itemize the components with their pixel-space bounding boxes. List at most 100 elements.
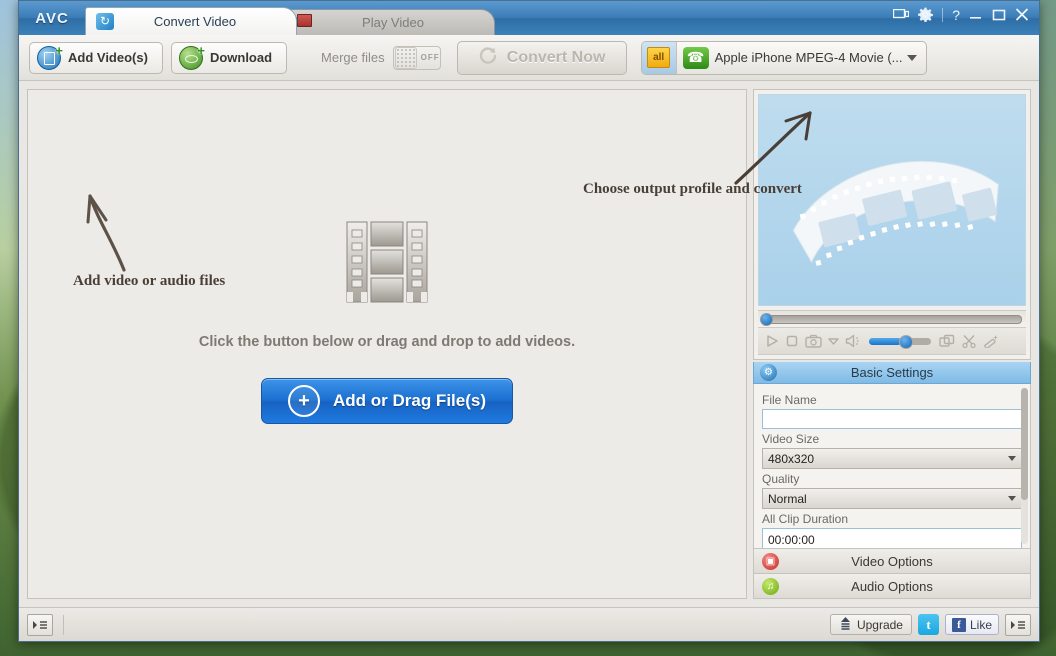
duration-box: 00:00:00 Start Time : 00 : 00 : 00 (762, 528, 1022, 548)
merge-files-toggle[interactable]: OFF (392, 45, 441, 70)
add-video-icon: + (37, 44, 63, 70)
quality-label: Quality (762, 472, 800, 486)
convert-now-label: Convert Now (506, 48, 606, 66)
output-profile-selector[interactable]: all ☎ Apple iPhone MPEG-4 Movie (... (640, 40, 928, 75)
app-logo: AVC (35, 9, 69, 27)
video-size-label: Video Size (762, 432, 820, 446)
main-toolbar: + Add Video(s) + Download Merge files OF… (19, 35, 1039, 81)
video-options-row[interactable]: ▣ Video Options (753, 549, 1031, 574)
seek-handle[interactable] (760, 312, 773, 326)
annotation-choose-profile: Choose output profile and convert (583, 181, 802, 197)
video-size-select[interactable]: 480x320 (762, 448, 1022, 469)
all-icon: all (647, 47, 671, 68)
scrollbar-thumb[interactable] (1021, 388, 1028, 501)
right-panel-toggle-icon[interactable] (1005, 613, 1031, 636)
magic-wand-effects-icon[interactable] (983, 334, 999, 348)
audio-options-row[interactable]: ♫ Audio Options (753, 574, 1031, 599)
play-icon[interactable] (765, 334, 779, 348)
output-profile-label: Apple iPhone MPEG-4 Movie (... (714, 50, 903, 65)
add-or-drag-files-button[interactable]: + Add or Drag File(s) (260, 378, 513, 424)
add-videos-button[interactable]: + Add Video(s) (29, 41, 163, 74)
quality-select[interactable]: Normal (762, 488, 1022, 509)
stop-icon[interactable] (785, 334, 799, 348)
snapshot-dropdown-icon[interactable] (828, 337, 839, 345)
upgrade-arrow-icon (839, 616, 852, 633)
film-reel-graphic (792, 160, 999, 266)
file-name-label: File Name (762, 393, 817, 407)
video-size-value: 480x320 (768, 451, 815, 466)
download-label: Download (209, 50, 273, 65)
help-icon[interactable]: ? (952, 8, 960, 22)
all-clip-duration-label: All Clip Duration (762, 512, 849, 526)
volume-fill (869, 337, 902, 345)
app-window: AVC ↻ Convert Video Play Video ? + Add V… (18, 0, 1040, 642)
dropzone-content: Click the button below or drag and drop … (28, 218, 746, 424)
chevron-down-icon (1008, 496, 1016, 501)
toggle-knob (394, 46, 417, 69)
all-profiles-button[interactable]: all (641, 41, 677, 74)
close-icon[interactable] (1015, 8, 1029, 21)
title-bar: AVC ↻ Convert Video Play Video ? (19, 1, 1039, 35)
seek-track (762, 314, 1022, 324)
minimize-icon[interactable] (969, 9, 983, 21)
window-controls: ? (893, 7, 1029, 22)
clip-duration-value[interactable]: 00:00:00 (763, 529, 1021, 548)
gear-icon[interactable] (918, 7, 934, 22)
file-name-input[interactable] (762, 409, 1022, 429)
film-icon: ▣ (762, 552, 779, 570)
speaker-icon: ♫ (762, 577, 779, 595)
film-strip-icon (343, 218, 431, 306)
duplicate-window-icon[interactable] (939, 334, 955, 348)
right-panel: ⚙ Basic Settings File Name Video Size 48… (753, 89, 1031, 599)
camcorder-icon (294, 14, 314, 32)
facebook-like-label: Like (969, 617, 992, 632)
player-controls (758, 327, 1026, 355)
snapshot-camera-icon[interactable] (805, 334, 822, 348)
download-button[interactable]: + Download (170, 41, 288, 74)
volume-speaker-icon[interactable] (845, 334, 861, 348)
merge-files-label: Merge files (321, 50, 385, 65)
merge-files-state: OFF (420, 53, 440, 62)
audio-options-label: Audio Options (851, 578, 933, 594)
basic-settings-title: Basic Settings (850, 365, 934, 380)
status-bar: Upgrade t f Like (19, 607, 1039, 641)
file-dropzone[interactable]: Add video or audio files Unfold file man… (27, 89, 747, 599)
volume-handle[interactable] (898, 334, 913, 349)
iphone-icon: ☎ (682, 46, 709, 69)
basic-settings-body: File Name Video Size 480x320 Quality Nor… (753, 384, 1031, 549)
screen-icon[interactable] (893, 8, 910, 21)
tab-play-video[interactable]: Play Video (283, 9, 495, 35)
twitter-label: t (926, 616, 931, 632)
chevron-down-icon (1008, 456, 1016, 461)
facebook-icon: f (951, 617, 966, 632)
status-separator (63, 614, 64, 635)
tab-play-video-label: Play Video (362, 15, 424, 30)
left-panel-toggle-icon[interactable] (27, 613, 53, 636)
refresh-icon: ↻ (96, 12, 116, 31)
wrench-icon: ⚙ (760, 364, 777, 381)
add-videos-label: Add Video(s) (68, 50, 148, 65)
dropzone-hint: Click the button below or drag and drop … (198, 334, 576, 350)
convert-now-button[interactable]: Convert Now (456, 40, 627, 75)
preview-container (753, 89, 1031, 360)
convert-refresh-icon (478, 45, 498, 70)
settings-scrollbar[interactable] (1021, 388, 1028, 544)
plus-icon: + (287, 385, 320, 417)
add-or-drag-files-label: Add or Drag File(s) (332, 391, 486, 410)
chevron-down-icon[interactable] (907, 54, 918, 61)
quality-value: Normal (768, 491, 807, 506)
twitter-button[interactable]: t (917, 614, 939, 635)
video-preview[interactable] (758, 94, 1026, 306)
basic-settings-header[interactable]: ⚙ Basic Settings (753, 362, 1031, 384)
window-body: Add video or audio files Unfold file man… (19, 81, 1039, 607)
maximize-icon[interactable] (992, 9, 1006, 21)
volume-slider[interactable] (869, 334, 931, 349)
scissors-cut-icon[interactable] (961, 334, 977, 348)
tab-convert-video[interactable]: ↻ Convert Video (85, 7, 297, 35)
download-globe-icon: + (178, 44, 205, 70)
tab-convert-video-label: Convert Video (153, 14, 237, 29)
upgrade-button[interactable]: Upgrade (829, 614, 912, 635)
facebook-like-button[interactable]: f Like (944, 614, 999, 635)
seek-bar[interactable] (758, 310, 1026, 327)
upgrade-label: Upgrade (856, 617, 903, 632)
